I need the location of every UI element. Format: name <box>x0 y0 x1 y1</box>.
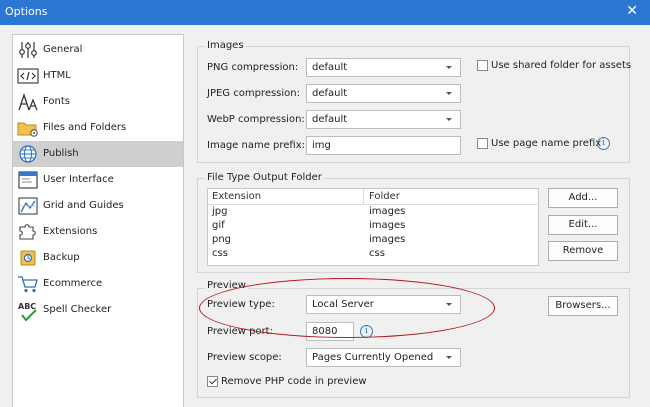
sidebar-item-label: User Interface <box>43 174 114 185</box>
table-row[interactable]: css css <box>208 248 538 261</box>
code-icon <box>17 68 39 84</box>
title-bar: Options ✕ <box>0 0 650 25</box>
sidebar-item-label: HTML <box>43 70 71 81</box>
preview-scope-value: Pages Currently Opened <box>312 352 434 363</box>
cell-extension: gif <box>212 220 225 231</box>
window-icon <box>18 171 38 189</box>
column-header-extension[interactable]: Extension <box>208 189 364 205</box>
remove-php-label: Remove PHP code in preview <box>221 376 367 387</box>
add-button[interactable]: Add... <box>548 188 618 208</box>
info-icon[interactable]: i <box>597 137 610 150</box>
sidebar-item-label: Ecommerce <box>43 278 103 289</box>
chevron-down-icon <box>446 66 452 69</box>
globe-icon <box>19 145 37 163</box>
preview-type-select[interactable]: Local Server <box>306 295 461 314</box>
sidebar-item-label: Fonts <box>43 96 70 107</box>
table-row[interactable]: jpg images <box>208 206 538 219</box>
preview-scope-label: Preview scope: <box>207 352 282 363</box>
jpeg-compression-select[interactable]: default <box>306 84 461 103</box>
remove-button[interactable]: Remove <box>548 241 618 261</box>
preview-type-value: Local Server <box>312 299 374 310</box>
webp-compression-value: default <box>312 114 348 125</box>
svg-text:ABC: ABC <box>18 302 36 311</box>
png-compression-value: default <box>312 62 348 73</box>
image-name-prefix-input[interactable]: img <box>306 136 461 155</box>
sidebar-item-label: Grid and Guides <box>43 200 124 211</box>
preview-type-label: Preview type: <box>207 299 275 310</box>
preview-group-title: Preview <box>205 280 248 291</box>
cell-folder: images <box>369 206 406 217</box>
sidebar-item-ecommerce[interactable]: Ecommerce <box>13 271 183 297</box>
preview-scope-select[interactable]: Pages Currently Opened <box>306 348 461 367</box>
sidebar-item-label: General <box>43 44 83 55</box>
preview-port-input[interactable]: 8080 <box>306 322 354 341</box>
image-name-prefix-label: Image name prefix: <box>207 140 306 151</box>
shared-folder-checkbox[interactable] <box>477 60 488 71</box>
webp-compression-select[interactable]: default <box>306 110 461 129</box>
table-row[interactable]: png images <box>208 234 538 247</box>
png-compression-select[interactable]: default <box>306 58 461 77</box>
column-header-folder[interactable]: Folder <box>365 189 539 205</box>
browsers-button[interactable]: Browsers... <box>548 296 618 316</box>
cell-folder: css <box>369 248 385 259</box>
cart-icon <box>18 276 38 293</box>
images-group-title: Images <box>205 40 246 51</box>
remove-php-checkbox[interactable] <box>207 376 218 387</box>
sliders-icon <box>19 42 37 58</box>
sidebar-item-label: Publish <box>43 148 79 159</box>
sidebar-item-label: Backup <box>43 252 80 263</box>
grid-guides-icon <box>18 197 38 215</box>
sidebar-item-html[interactable]: HTML <box>13 63 183 89</box>
page-name-prefix-label: Use page name prefix <box>491 138 602 149</box>
cell-folder: images <box>369 234 406 245</box>
sidebar-item-label: Spell Checker <box>43 304 112 315</box>
shared-folder-label: Use shared folder for assets <box>491 60 632 71</box>
cell-extension: jpg <box>212 206 228 217</box>
preview-port-label: Preview port: <box>207 326 273 337</box>
info-icon[interactable]: i <box>360 325 373 338</box>
chevron-down-icon <box>446 92 452 95</box>
sidebar-item-spell-checker[interactable]: ABC Spell Checker <box>13 297 183 327</box>
spell-check-icon: ABC <box>18 302 37 322</box>
close-icon[interactable]: ✕ <box>626 3 638 19</box>
cell-extension: png <box>212 234 232 245</box>
options-sidebar: General HTML Fonts Files and Folders Pub… <box>12 34 184 407</box>
chevron-down-icon <box>446 303 452 306</box>
window-title: Options <box>5 5 48 18</box>
png-compression-label: PNG compression: <box>207 62 299 73</box>
sidebar-item-fonts[interactable]: Fonts <box>13 89 183 115</box>
chevron-down-icon <box>446 356 452 359</box>
sidebar-item-label: Extensions <box>43 226 98 237</box>
backup-icon <box>20 250 36 266</box>
webp-compression-label: WebP compression: <box>207 114 305 125</box>
table-row[interactable]: gif images <box>208 220 538 233</box>
file-type-output-title: File Type Output Folder <box>205 172 324 183</box>
file-type-table: Extension Folder jpg images gif images p… <box>207 188 539 266</box>
sidebar-item-backup[interactable]: Backup <box>13 245 183 271</box>
chevron-down-icon <box>446 118 452 121</box>
sidebar-item-grid-and-guides[interactable]: Grid and Guides <box>13 193 183 219</box>
cell-extension: css <box>212 248 228 259</box>
sidebar-item-label: Files and Folders <box>43 122 127 133</box>
edit-button[interactable]: Edit... <box>548 215 618 235</box>
sidebar-item-general[interactable]: General <box>13 37 183 63</box>
cell-folder: images <box>369 220 406 231</box>
fonts-icon <box>18 92 38 111</box>
folder-gear-icon <box>17 122 38 137</box>
sidebar-item-user-interface[interactable]: User Interface <box>13 167 183 193</box>
jpeg-compression-label: JPEG compression: <box>207 88 300 99</box>
puzzle-icon <box>19 224 36 240</box>
page-name-prefix-checkbox[interactable] <box>477 138 488 149</box>
sidebar-item-files-and-folders[interactable]: Files and Folders <box>13 115 183 141</box>
jpeg-compression-value: default <box>312 88 348 99</box>
sidebar-item-extensions[interactable]: Extensions <box>13 219 183 245</box>
sidebar-item-publish[interactable]: Publish <box>13 141 183 167</box>
